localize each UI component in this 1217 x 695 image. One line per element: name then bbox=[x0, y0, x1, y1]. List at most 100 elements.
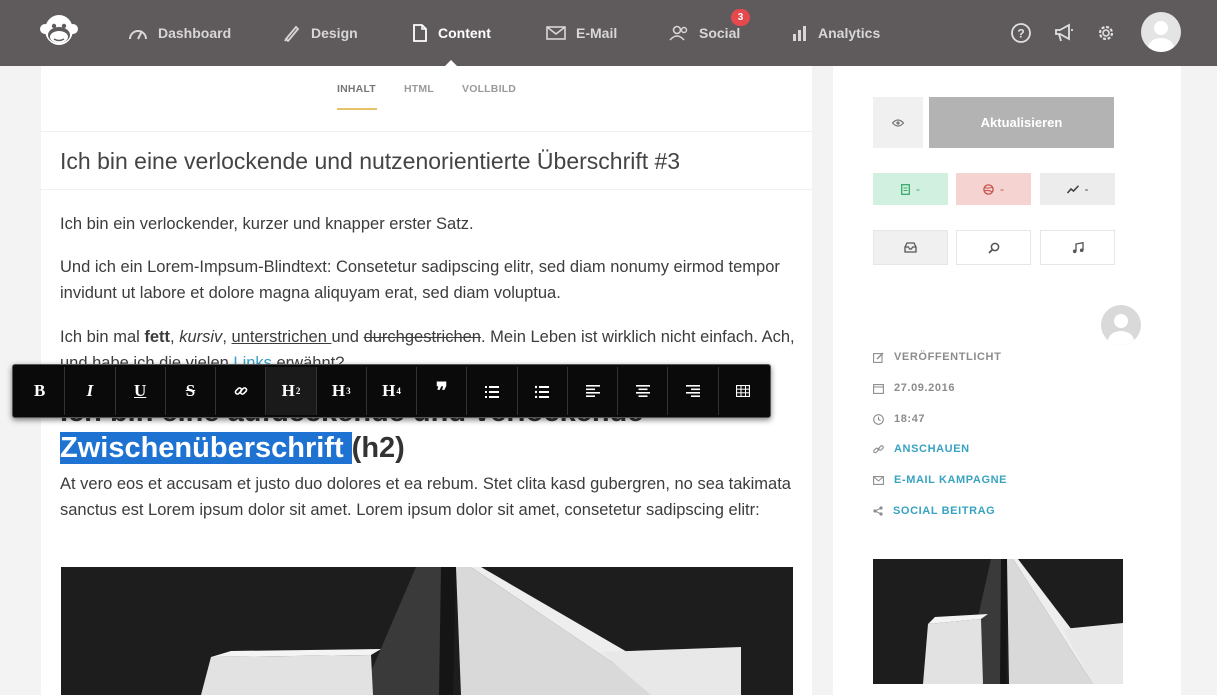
italic-text: kursiv bbox=[179, 328, 223, 346]
heading3-button[interactable]: H3 bbox=[317, 367, 367, 415]
active-tab-indicator bbox=[337, 108, 377, 110]
document-icon bbox=[413, 24, 427, 42]
top-navigation: Dashboard Design Content E-Mail Social 3… bbox=[0, 0, 1217, 66]
bold-text: fett bbox=[144, 328, 171, 346]
selected-text: Zwischenüberschrift bbox=[60, 432, 352, 464]
underline-button[interactable]: U bbox=[116, 367, 166, 415]
align-right-button[interactable] bbox=[668, 367, 719, 415]
author-avatar[interactable] bbox=[1101, 305, 1141, 345]
table-icon bbox=[736, 385, 751, 397]
meta-status: VERÖFFENTLICHT bbox=[873, 351, 1001, 363]
nav-dashboard-label: Dashboard bbox=[158, 25, 232, 41]
brush-icon bbox=[284, 25, 300, 42]
inbox-button[interactable] bbox=[873, 230, 948, 265]
strikethrough-text: durchgestrichen bbox=[363, 328, 481, 346]
align-right-icon bbox=[686, 385, 701, 397]
heading2-level: 2 bbox=[295, 386, 301, 396]
svg-text:?: ? bbox=[1017, 27, 1024, 41]
heading4-level: 4 bbox=[396, 386, 401, 396]
paragraph-lorem[interactable]: Und ich ein Lorem-Impsum-Blindtext: Cons… bbox=[60, 254, 800, 306]
heading4-button[interactable]: H4 bbox=[367, 367, 418, 415]
editor-tabs: INHALT HTML VOLLBILD bbox=[41, 66, 812, 132]
subheading-suffix: (h2) bbox=[351, 432, 405, 464]
meta-view-link[interactable]: ANSCHAUEN bbox=[873, 443, 970, 455]
italic-button[interactable]: I bbox=[65, 367, 116, 415]
link-icon bbox=[234, 387, 248, 395]
meta-social-link[interactable]: SOCIAL BEITRAG bbox=[873, 505, 995, 517]
meta-status-label: VERÖFFENTLICHT bbox=[894, 351, 1002, 363]
nav-design[interactable]: Design bbox=[283, 0, 358, 66]
ordered-list-icon bbox=[485, 385, 500, 398]
unordered-list-button[interactable] bbox=[518, 367, 568, 415]
eye-icon bbox=[892, 118, 904, 127]
align-center-icon bbox=[635, 385, 650, 397]
gauge-icon bbox=[129, 30, 147, 40]
ordered-list-button[interactable] bbox=[467, 367, 518, 415]
stat-pages-value: - bbox=[916, 182, 920, 196]
tab-html[interactable]: HTML bbox=[404, 83, 434, 95]
text-segment: Ich bin mal bbox=[60, 328, 145, 346]
tab-vollbild[interactable]: VOLLBILD bbox=[462, 83, 516, 95]
stat-dribbble-value: - bbox=[1000, 182, 1004, 196]
trend-icon bbox=[1066, 184, 1079, 194]
meta-time: 18:47 bbox=[873, 413, 925, 425]
search-button[interactable] bbox=[956, 230, 1031, 265]
meta-view-label: ANSCHAUEN bbox=[894, 443, 970, 455]
paragraph-intro[interactable]: Ich bin ein verlockender, kurzer und kna… bbox=[60, 211, 800, 237]
user-avatar[interactable] bbox=[1141, 12, 1181, 52]
gear-icon[interactable] bbox=[1094, 21, 1118, 45]
meta-email-label: E-MAIL KAMPAGNE bbox=[894, 474, 1008, 486]
page-icon bbox=[901, 183, 910, 195]
paragraph-body[interactable]: At vero eos et accusam et justo duo dolo… bbox=[60, 471, 800, 523]
edit-icon bbox=[873, 352, 884, 363]
text-segment: , bbox=[170, 328, 180, 346]
nav-content[interactable]: Content bbox=[412, 0, 491, 66]
article-image[interactable] bbox=[61, 567, 793, 695]
search-icon bbox=[987, 242, 999, 254]
nav-social[interactable]: Social bbox=[669, 0, 740, 66]
stat-trend[interactable]: - bbox=[1040, 173, 1115, 205]
underlined-text: unterstrichen bbox=[231, 328, 332, 346]
music-icon bbox=[1072, 241, 1084, 253]
stat-pages[interactable]: - bbox=[873, 173, 948, 205]
article-headline[interactable]: Ich bin eine verlockende und nutzenorien… bbox=[60, 148, 680, 175]
featured-image-thumbnail[interactable] bbox=[873, 559, 1123, 684]
megaphone-icon[interactable] bbox=[1052, 21, 1076, 45]
update-button[interactable]: Aktualisieren bbox=[929, 97, 1114, 148]
clock-icon bbox=[873, 413, 884, 425]
monkey-logo[interactable] bbox=[40, 14, 78, 48]
align-center-button[interactable] bbox=[618, 367, 669, 415]
unordered-list-icon bbox=[535, 385, 550, 398]
quote-button[interactable]: ❞ bbox=[417, 367, 468, 415]
link-button[interactable] bbox=[216, 367, 267, 415]
headline-divider bbox=[41, 189, 812, 190]
heading3-level: 3 bbox=[346, 386, 351, 396]
social-notification-badge: 3 bbox=[731, 9, 750, 26]
nav-dashboard[interactable]: Dashboard bbox=[128, 0, 231, 66]
share-icon bbox=[873, 506, 883, 516]
format-toolbar: B I U S H2 H3 H4 ❞ bbox=[12, 364, 771, 418]
bar-chart-icon bbox=[793, 26, 806, 41]
heading4-label: H bbox=[382, 381, 396, 400]
heading2-button[interactable]: H2 bbox=[266, 367, 317, 415]
tab-inhalt[interactable]: INHALT bbox=[337, 83, 376, 95]
link-icon bbox=[873, 444, 884, 453]
strikethrough-button[interactable]: S bbox=[166, 367, 217, 415]
nav-email[interactable]: E-Mail bbox=[546, 0, 617, 66]
heading2-label: H bbox=[281, 381, 295, 400]
nav-content-label: Content bbox=[438, 25, 491, 41]
heading3-label: H bbox=[331, 381, 346, 400]
preview-button[interactable] bbox=[873, 97, 923, 148]
music-button[interactable] bbox=[1040, 230, 1115, 265]
calendar-icon bbox=[873, 383, 884, 394]
stat-dribbble[interactable]: - bbox=[956, 173, 1031, 205]
bold-button[interactable]: B bbox=[15, 367, 66, 415]
inbox-icon bbox=[904, 242, 917, 253]
nav-analytics[interactable]: Analytics bbox=[792, 0, 880, 66]
meta-email-link[interactable]: E-MAIL KAMPAGNE bbox=[873, 474, 1007, 486]
align-left-button[interactable] bbox=[568, 367, 619, 415]
table-button[interactable] bbox=[719, 367, 768, 415]
nav-email-label: E-Mail bbox=[576, 25, 618, 41]
nav-analytics-label: Analytics bbox=[818, 25, 881, 41]
help-icon[interactable]: ? bbox=[1009, 21, 1033, 45]
